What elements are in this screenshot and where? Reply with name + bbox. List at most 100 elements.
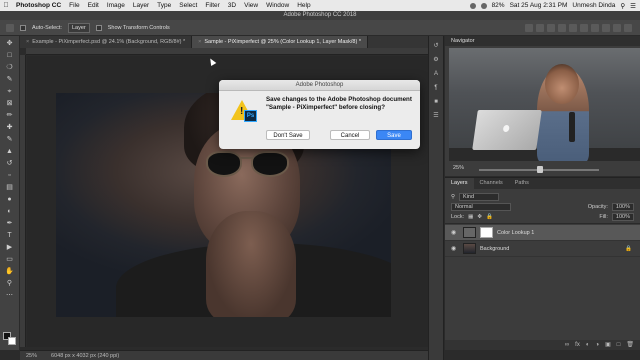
status-icon[interactable] bbox=[469, 2, 476, 9]
spotlight-icon[interactable]: ⚲ bbox=[620, 2, 625, 10]
frame-tool-icon[interactable]: ⊠ bbox=[5, 99, 15, 108]
shape-tool-icon[interactable]: ▭ bbox=[5, 255, 15, 264]
vertical-ruler[interactable] bbox=[20, 55, 26, 347]
swatches-panel-icon[interactable]: ■ bbox=[432, 98, 441, 106]
menu-layer[interactable]: Layer bbox=[129, 2, 153, 9]
align-top-icon[interactable] bbox=[525, 23, 533, 32]
tab-layers[interactable]: Layers bbox=[445, 178, 474, 189]
move-tool-icon[interactable]: ✥ bbox=[5, 39, 15, 48]
blend-mode-dropdown[interactable]: Normal bbox=[451, 203, 511, 211]
path-select-icon[interactable]: ▶ bbox=[5, 243, 15, 252]
distribute-icon[interactable] bbox=[591, 23, 599, 32]
marquee-tool-icon[interactable]: □ bbox=[5, 51, 15, 60]
layer-style-icon[interactable]: fx bbox=[575, 340, 580, 350]
layer-row-background[interactable]: ◉ Background 🔒 bbox=[445, 241, 640, 257]
3d-mode-icon[interactable] bbox=[602, 23, 610, 32]
lasso-tool-icon[interactable]: ❍ bbox=[5, 63, 15, 72]
new-group-icon[interactable]: ▣ bbox=[605, 340, 611, 350]
type-tool-icon[interactable]: T bbox=[5, 231, 15, 240]
menu-help[interactable]: Help bbox=[293, 2, 314, 9]
layer-row-color-lookup[interactable]: ◉ Color Lookup 1 bbox=[445, 225, 640, 241]
navigator-preview[interactable] bbox=[449, 48, 640, 161]
layer-mask-thumbnail[interactable] bbox=[480, 227, 493, 238]
visibility-eye-icon[interactable]: ◉ bbox=[451, 245, 459, 252]
menu-file[interactable]: File bbox=[65, 2, 83, 9]
battery-text[interactable]: 82% bbox=[492, 2, 505, 9]
user-name[interactable]: Unmesh Dinda bbox=[572, 2, 615, 9]
lock-position-icon[interactable]: ✥ bbox=[477, 214, 482, 220]
align-left-icon[interactable] bbox=[558, 23, 566, 32]
opacity-input[interactable]: 100% bbox=[611, 203, 634, 211]
close-tab-icon[interactable]: × bbox=[198, 39, 201, 45]
menu-type[interactable]: Type bbox=[153, 2, 175, 9]
brush-tool-icon[interactable]: ✎ bbox=[5, 135, 15, 144]
delete-layer-icon[interactable]: 🗑 bbox=[626, 340, 634, 350]
paragraph-panel-icon[interactable]: ¶ bbox=[432, 84, 441, 92]
lock-pixels-icon[interactable]: ▦ bbox=[468, 214, 473, 220]
character-panel-icon[interactable]: A bbox=[432, 70, 441, 78]
align-right-icon[interactable] bbox=[580, 23, 588, 32]
navigator-zoom-value[interactable]: 25% bbox=[453, 165, 464, 171]
dodge-tool-icon[interactable]: ◐ bbox=[5, 207, 15, 216]
fill-label: Fill: bbox=[599, 214, 608, 220]
link-layers-icon[interactable]: ∞ bbox=[565, 340, 569, 350]
blur-tool-icon[interactable]: ● bbox=[5, 195, 15, 204]
tab-sample-document[interactable]: × Sample - PiXimperfect @ 25% (Color Look… bbox=[192, 36, 368, 48]
gradient-tool-icon[interactable]: ▤ bbox=[5, 183, 15, 192]
menu-select[interactable]: Select bbox=[175, 2, 201, 9]
align-middle-icon[interactable] bbox=[536, 23, 544, 32]
auto-select-checkbox[interactable] bbox=[20, 24, 26, 31]
auto-select-dropdown[interactable]: Layer bbox=[67, 22, 90, 33]
quick-select-tool-icon[interactable]: ✎ bbox=[5, 75, 15, 84]
zoom-slider-handle[interactable] bbox=[537, 166, 543, 173]
menu-list-icon[interactable]: ☰ bbox=[630, 2, 636, 10]
more-tools-icon[interactable]: ⋯ bbox=[5, 291, 15, 300]
tab-example-document[interactable]: × Example - PiXimperfect.psd @ 24.1% (Bac… bbox=[20, 36, 193, 48]
background-color-swatch[interactable] bbox=[8, 337, 16, 345]
menu-app-name[interactable]: Photoshop CC bbox=[12, 2, 65, 9]
menu-filter[interactable]: Filter bbox=[201, 2, 223, 9]
menu-window[interactable]: Window bbox=[262, 2, 293, 9]
workspace-icon[interactable] bbox=[624, 23, 632, 32]
properties-panel-icon[interactable]: ⚙ bbox=[432, 56, 441, 64]
align-center-icon[interactable] bbox=[569, 23, 577, 32]
tab-paths[interactable]: Paths bbox=[509, 178, 535, 189]
menu-3d[interactable]: 3D bbox=[224, 2, 240, 9]
window-title: Adobe Photoshop CC 2018 bbox=[0, 11, 640, 20]
visibility-eye-icon[interactable]: ◉ bbox=[451, 229, 459, 236]
fill-input[interactable]: 100% bbox=[611, 213, 634, 221]
new-layer-icon[interactable]: □ bbox=[617, 340, 621, 350]
lock-all-icon[interactable]: 🔒 bbox=[486, 214, 493, 220]
datetime-text[interactable]: Sat 25 Aug 2:31 PM bbox=[510, 2, 568, 9]
history-panel-icon[interactable]: ↺ bbox=[432, 42, 441, 50]
save-button[interactable]: Save bbox=[376, 130, 412, 140]
eyedropper-tool-icon[interactable]: ✏ bbox=[5, 111, 15, 120]
transform-controls-checkbox[interactable] bbox=[95, 24, 102, 31]
menu-edit[interactable]: Edit bbox=[84, 2, 103, 9]
pen-tool-icon[interactable]: ✒ bbox=[5, 219, 15, 228]
libraries-panel-icon[interactable]: ☰ bbox=[432, 112, 441, 120]
hand-tool-icon[interactable]: ✋ bbox=[5, 267, 15, 276]
cancel-button[interactable]: Cancel bbox=[330, 130, 370, 140]
add-mask-icon[interactable]: ◐ bbox=[586, 340, 590, 350]
wifi-icon[interactable] bbox=[480, 2, 487, 9]
healing-brush-icon[interactable]: ✚ bbox=[5, 123, 15, 132]
apple-icon[interactable]:  bbox=[0, 2, 12, 9]
close-tab-icon[interactable]: × bbox=[26, 39, 29, 45]
zoom-tool-icon[interactable]: ⚲ bbox=[5, 279, 15, 288]
align-bottom-icon[interactable] bbox=[547, 23, 555, 32]
search-icon[interactable] bbox=[613, 23, 621, 32]
eraser-tool-icon[interactable]: ▫ bbox=[5, 171, 15, 180]
kind-filter-dropdown[interactable]: Kind bbox=[459, 193, 500, 201]
crop-tool-icon[interactable]: ⌖ bbox=[5, 87, 15, 96]
status-zoom[interactable]: 25% bbox=[26, 353, 37, 359]
tab-channels[interactable]: Channels bbox=[474, 178, 509, 189]
adjustment-icon[interactable]: ◑ bbox=[595, 340, 599, 350]
dont-save-button[interactable]: Don't Save bbox=[266, 130, 310, 140]
horizontal-ruler[interactable] bbox=[26, 48, 428, 55]
menu-image[interactable]: Image bbox=[103, 2, 129, 9]
move-tool-icon[interactable] bbox=[6, 23, 14, 32]
clone-stamp-icon[interactable]: ▲ bbox=[5, 147, 15, 156]
history-brush-icon[interactable]: ↺ bbox=[5, 159, 15, 168]
menu-view[interactable]: View bbox=[240, 2, 262, 9]
